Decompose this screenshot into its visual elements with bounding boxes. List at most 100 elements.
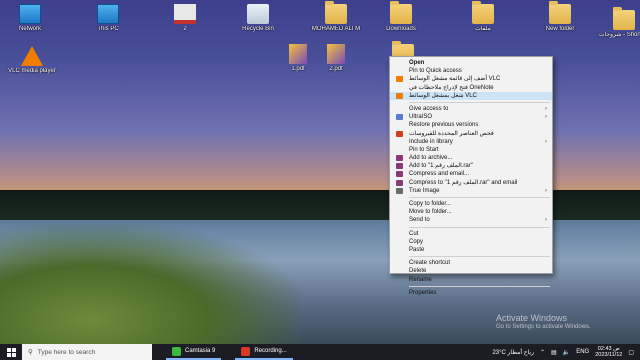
activation-watermark: Activate Windows Go to Settings to activ…: [496, 313, 591, 330]
desktop-icon[interactable]: New folder: [532, 1, 588, 33]
downloads-folder-icon: [390, 1, 412, 24]
desktop-icon[interactable]: Recycle Bin: [230, 4, 286, 33]
desktop-icon[interactable]: VLC media player: [4, 46, 60, 75]
taskbar-app-button[interactable]: Recording...: [235, 344, 293, 360]
folder-icon: [472, 1, 494, 24]
menu-item[interactable]: Rename: [390, 276, 552, 284]
menu-item-label: Cut: [409, 230, 419, 237]
menu-item[interactable]: شغل بمشغل الوسائط VLC: [390, 91, 552, 100]
menu-separator: [409, 285, 550, 287]
taskbar: ⚲ Type here to search Camtasia 9 Recordin…: [0, 344, 640, 360]
menu-item-label: Pin to Start: [409, 146, 439, 153]
desktop-icon[interactable]: This PC: [80, 4, 136, 33]
menu-item[interactable]: Send to ›: [390, 216, 552, 224]
chevron-right-icon: ›: [545, 187, 547, 194]
menu-item[interactable]: فتح لإدراج ملاحظات في OneNote: [390, 84, 552, 92]
menu-separator: [409, 101, 550, 103]
network-status-icon[interactable]: ▤: [551, 349, 557, 356]
menu-item-label: Restore previous versions: [409, 122, 479, 129]
clock[interactable]: 02:43 ص 2023/11/12: [595, 346, 622, 358]
file-icon: [327, 44, 345, 64]
menu-item[interactable]: Move to folder...: [390, 208, 552, 216]
menu-item[interactable]: Properties: [390, 289, 552, 297]
menu-item-label: Paste: [409, 246, 425, 253]
chevron-up-icon[interactable]: ⌃: [540, 349, 545, 356]
menu-item[interactable]: UltraISO ›: [390, 113, 552, 121]
menu-item-label: UltraISO: [409, 114, 433, 121]
menu-item-label: True Image: [409, 187, 440, 194]
menu-item[interactable]: أضف إلى قائمة مشغل الوسائط VLC: [390, 75, 552, 83]
this-pc-icon: [97, 4, 119, 24]
desktop-icon-label: New folder: [545, 26, 575, 32]
taskbar-search[interactable]: ⚲ Type here to search: [22, 344, 152, 360]
menu-item[interactable]: Pin to Start: [390, 146, 552, 154]
menu-item[interactable]: Create shortcut: [390, 259, 552, 267]
windows-logo-icon: [6, 347, 16, 357]
desktop-icon-label: This PC: [97, 26, 119, 32]
menu-item[interactable]: Add to "الملف رقم 1.rar": [390, 162, 552, 170]
menu-item-label: Open: [409, 60, 425, 66]
desktop-icon-label: Recycle Bin: [242, 26, 274, 32]
menu-item[interactable]: فحص العناصر المحددة للفيروسات: [390, 130, 552, 138]
weather-text[interactable]: 23°C رياح أمطار: [492, 349, 534, 356]
menu-item[interactable]: Give access to ›: [390, 105, 552, 113]
menu-item-label: Copy to folder...: [409, 201, 452, 207]
desktop-icon[interactable]: شروحات - Shortcut: [596, 7, 640, 39]
taskbar-app-label: Recording...: [254, 348, 287, 354]
menu-item-label: Give access to: [409, 105, 449, 112]
desktop-icon[interactable]: Network: [2, 4, 58, 33]
menu-item-label: Copy: [409, 238, 424, 245]
desktop-icon-label: شروحات - Shortcut: [598, 32, 640, 38]
desktop-icon[interactable]: MOHAMED ALI M: [308, 1, 364, 33]
folder-icon: [325, 1, 347, 24]
menu-item[interactable]: Open: [390, 59, 552, 67]
menu-item[interactable]: Compress and email...: [390, 170, 552, 178]
volume-icon[interactable]: 🔈: [563, 349, 570, 356]
menu-item[interactable]: Pin to Quick access: [390, 67, 552, 75]
menu-item[interactable]: Copy to folder...: [390, 200, 552, 208]
menu-separator: [409, 256, 550, 258]
wallpaper-grass: [0, 224, 300, 344]
clock-date: 2023/11/12: [595, 352, 623, 358]
menu-item-label: أضف إلى قائمة مشغل الوسائط VLC: [409, 76, 501, 83]
menu-item[interactable]: Cut: [390, 230, 552, 238]
notification-icon[interactable]: ▢: [628, 349, 634, 356]
start-button[interactable]: [0, 344, 22, 360]
menu-item-label: Add to "الملف رقم 1.rar": [409, 163, 473, 170]
chevron-right-icon: ›: [545, 114, 547, 121]
recycle-bin-icon: [247, 4, 269, 24]
desktop-icon[interactable]: ملفات: [455, 1, 511, 33]
menu-item-label: Compress to "الملف رقم 1.rar" and email: [409, 179, 518, 186]
ultraiso-icon: [396, 114, 403, 121]
folder-icon: [549, 1, 571, 24]
chevron-right-icon: ›: [545, 217, 547, 224]
desktop-icon[interactable]: Downloads: [373, 1, 429, 33]
menu-item-label: شغل بمشغل الوسائط VLC: [409, 92, 477, 99]
desktop-icon[interactable]: 2: [157, 4, 213, 33]
file-icon: [289, 44, 307, 64]
system-tray: 23°C رياح أمطار ⌃ ▤ 🔈 ENG 02:43 ص 2023/1…: [492, 344, 640, 360]
menu-item[interactable]: True Image ›: [390, 187, 552, 195]
menu-item-label: Move to folder...: [409, 209, 452, 216]
menu-item[interactable]: Restore previous versions: [390, 121, 552, 129]
desktop-icon-label: Network: [18, 26, 41, 32]
home-icon: [174, 4, 196, 24]
vlc-icon: [396, 76, 403, 83]
language-indicator[interactable]: ENG: [576, 349, 589, 355]
shortcut-icon: [613, 7, 635, 30]
taskbar-app-button[interactable]: Camtasia 9: [166, 344, 222, 360]
menu-item[interactable]: Delete: [390, 267, 552, 275]
app-icon: [172, 346, 181, 356]
desktop-icon[interactable]: 2.pdf: [308, 44, 364, 73]
menu-item[interactable]: Paste: [390, 246, 552, 254]
menu-item[interactable]: Compress to "الملف رقم 1.rar" and email: [390, 179, 552, 187]
menu-item[interactable]: Copy: [390, 238, 552, 246]
menu-item[interactable]: Include in library ›: [390, 138, 552, 146]
vlc-icon: [396, 92, 403, 99]
network-icon: [19, 4, 41, 24]
menu-item-label: فتح لإدراج ملاحظات في OneNote: [409, 84, 494, 91]
search-placeholder: Type here to search: [37, 348, 96, 356]
menu-item[interactable]: Add to archive...: [390, 154, 552, 162]
trueimage-icon: [396, 187, 403, 194]
antivirus-icon: [396, 130, 403, 137]
